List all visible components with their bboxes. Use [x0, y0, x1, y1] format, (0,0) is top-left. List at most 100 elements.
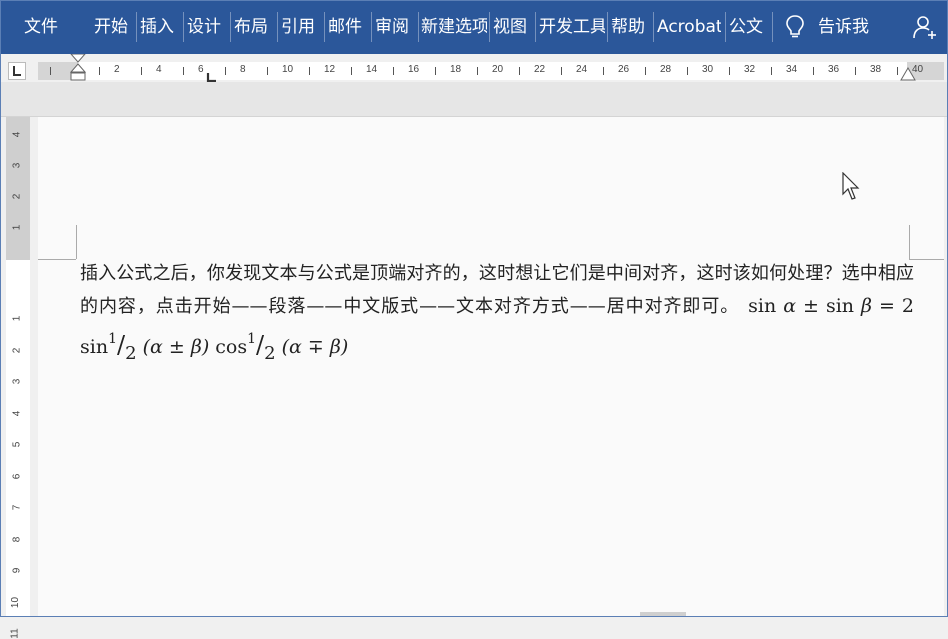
- tab-separator: [136, 12, 137, 42]
- tab-help[interactable]: 帮助: [611, 0, 649, 54]
- formula-plus-minus: ±: [803, 295, 819, 317]
- ruler-area: 2 4 6 8 10 12 14 16 18 20 22 24 26 28 30 32 34 36 38 40: [0, 54, 948, 117]
- tab-view[interactable]: 视图: [493, 0, 531, 54]
- ruler-tick: [477, 67, 478, 75]
- ruler-tick: [855, 67, 856, 75]
- ruler-tick: [50, 67, 51, 75]
- formula-alpha: α: [783, 295, 797, 317]
- ruler-label: 34: [786, 64, 798, 75]
- tab-design[interactable]: 设计: [187, 0, 225, 54]
- ruler-label: 10: [282, 64, 294, 75]
- ruler-tick: [435, 67, 436, 75]
- ruler-label: 36: [828, 64, 840, 75]
- formula-sin: sin: [748, 295, 777, 317]
- tab-developer[interactable]: 开发工具: [539, 0, 605, 54]
- ruler-tick: [561, 67, 562, 75]
- vertical-ruler-label: 7: [11, 504, 23, 511]
- ruler-label: 26: [618, 64, 630, 75]
- ruler-label: 16: [408, 64, 420, 75]
- tab-layout[interactable]: 布局: [234, 0, 272, 54]
- lightbulb-icon[interactable]: [784, 14, 806, 44]
- crop-mark: [909, 259, 944, 260]
- vertical-ruler-label: 5: [11, 441, 23, 448]
- formula-fraction-slash: /: [256, 331, 265, 359]
- ruler-tick: [897, 67, 898, 75]
- tab-file[interactable]: 文件: [24, 0, 64, 54]
- tab-separator: [489, 12, 490, 42]
- ruler-tick: [519, 67, 520, 75]
- ruler-label: 8: [240, 64, 246, 75]
- tab-separator: [653, 12, 654, 42]
- tab-new[interactable]: 新建选项卡: [421, 0, 487, 54]
- ruler-tick: [351, 67, 352, 75]
- vertical-ruler-label: 11: [9, 628, 21, 639]
- formula-equals: =: [878, 295, 895, 317]
- ruler-label: 4: [156, 64, 162, 75]
- horizontal-scrollbar-thumb[interactable]: [640, 612, 686, 617]
- vertical-ruler-label: 3: [11, 378, 23, 385]
- ruler-label: 12: [324, 64, 336, 75]
- tab-acrobat[interactable]: Acrobat: [657, 0, 721, 54]
- ruler-label: 28: [660, 64, 672, 75]
- tab-separator: [607, 12, 608, 42]
- tab-separator: [183, 12, 184, 42]
- vertical-ruler-label: 4: [11, 131, 23, 138]
- vertical-ruler-label: 9: [11, 567, 23, 574]
- tab-separator: [418, 12, 419, 42]
- formula-beta: β: [861, 295, 872, 317]
- ruler-tick: [141, 67, 142, 75]
- ruler-tick: [729, 67, 730, 75]
- formula-fraction-denominator: 2: [125, 343, 137, 364]
- ruler-label: 20: [492, 64, 504, 75]
- formula-fraction-denominator: 2: [264, 343, 276, 364]
- tab-separator: [277, 12, 278, 42]
- formula-sin: sin: [80, 336, 109, 358]
- ruler-tick: [225, 67, 226, 75]
- horizontal-ruler[interactable]: 2 4 6 8 10 12 14 16 18 20 22 24 26 28 30 32 34 36 38 40: [38, 62, 944, 80]
- tab-gongwen[interactable]: 公文: [729, 0, 767, 54]
- ruler-label: 2: [114, 64, 120, 75]
- tab-stop-selector-icon[interactable]: [8, 62, 26, 80]
- ruler-label: 14: [366, 64, 378, 75]
- tab-home[interactable]: 开始: [94, 0, 130, 54]
- ruler-tick: [645, 67, 646, 75]
- vertical-ruler[interactable]: 4 3 2 1 1 2 3 4 5 6 7 8 9 10 11: [6, 117, 30, 639]
- ruler-tick: [393, 67, 394, 75]
- formula-cos: cos: [215, 336, 248, 358]
- ruler-label: 22: [534, 64, 546, 75]
- vertical-ruler-label: 3: [11, 162, 23, 169]
- formula-sin: sin: [825, 295, 855, 317]
- formula-fraction-slash: /: [117, 331, 126, 359]
- ruler-tick: [309, 67, 310, 75]
- vertical-ruler-area: 4 3 2 1 1 2 3 4 5 6 7 8 9 10 11: [0, 117, 34, 639]
- ruler-tick: [771, 67, 772, 75]
- formula-argument: (α ∓ β): [281, 336, 349, 358]
- vertical-ruler-label: 1: [11, 315, 23, 322]
- ruler-label: 6: [198, 64, 204, 75]
- vertical-ruler-label: 8: [11, 536, 23, 542]
- ruler-background-band: [0, 82, 948, 116]
- vertical-ruler-label: 6: [11, 473, 23, 479]
- vertical-ruler-label: 4: [11, 410, 23, 416]
- right-indent-marker-icon[interactable]: [900, 66, 916, 82]
- ruler-label: 38: [870, 64, 882, 75]
- ruler-tick: [183, 67, 184, 75]
- document-body[interactable]: 插入公式之后，你发现文本与公式是顶端对齐的，这时想让它们是中间对齐，这时该如何处…: [80, 258, 914, 370]
- tell-me-box[interactable]: 告诉我: [818, 0, 882, 54]
- person-add-icon[interactable]: [912, 14, 938, 44]
- ruler-tick: [687, 67, 688, 75]
- formula-fraction-numerator: 1: [108, 331, 117, 347]
- formula-fraction-numerator: 1: [247, 331, 257, 347]
- tab-review[interactable]: 审阅: [375, 0, 413, 54]
- vertical-ruler-top-margin: [6, 117, 30, 260]
- crop-mark: [38, 259, 76, 260]
- tab-references[interactable]: 引用: [281, 0, 319, 54]
- tab-mailings[interactable]: 邮件: [328, 0, 366, 54]
- tab-separator: [535, 12, 536, 42]
- ruler-label: 18: [450, 64, 462, 75]
- tab-separator: [324, 12, 325, 42]
- ruler-tick: [267, 67, 268, 75]
- tab-insert[interactable]: 插入: [140, 0, 178, 54]
- formula-argument: (α ± β): [142, 336, 210, 358]
- tab-separator: [772, 12, 773, 42]
